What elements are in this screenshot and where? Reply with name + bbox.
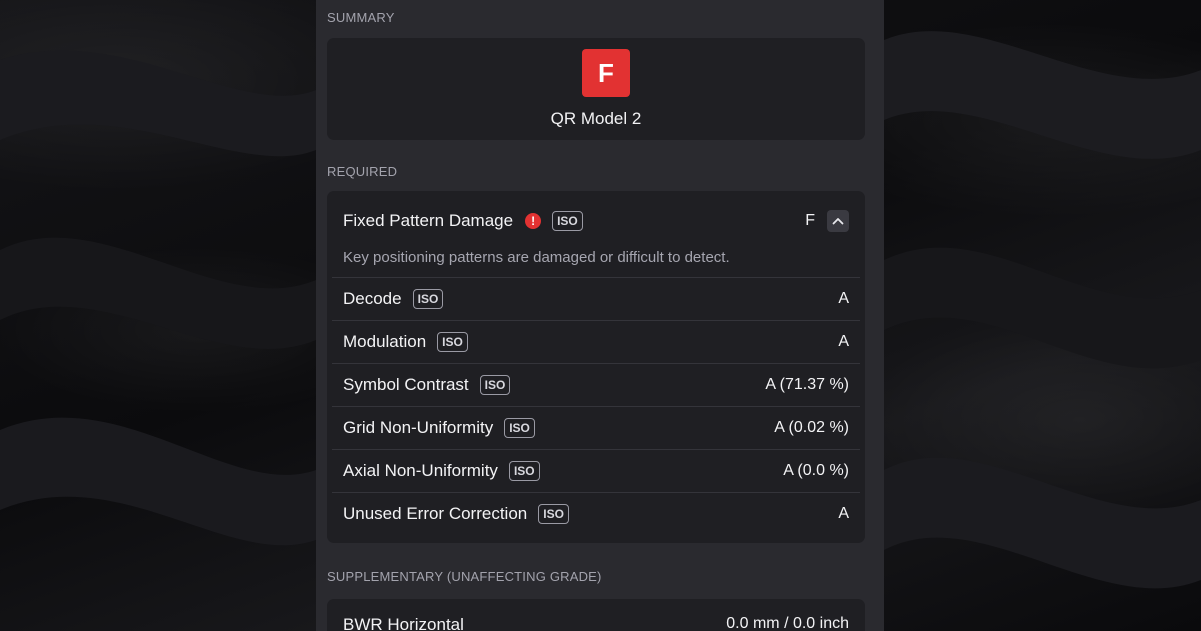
- parameter-name: Decode: [343, 289, 402, 308]
- required-section-label: REQUIRED: [327, 164, 398, 179]
- iso-badge: ISO: [538, 504, 569, 524]
- symbology-name: QR Model 2: [550, 109, 642, 128]
- parameter-name: Modulation: [343, 332, 427, 351]
- verification-panel: SUMMARY F QR Model 2 REQUIRED Fixed Patt…: [316, 0, 884, 631]
- parameter-grade: A: [838, 333, 849, 350]
- parameter-grade: F: [805, 212, 815, 229]
- iso-badge: ISO: [437, 332, 468, 352]
- parameter-grade: A (0.02 %): [774, 419, 849, 436]
- iso-badge: ISO: [412, 289, 444, 309]
- warning-icon: !: [525, 213, 542, 229]
- iso-badge: ISO: [479, 375, 511, 395]
- parameter-row-grid-non-uniformity[interactable]: Grid Non-Uniformity ISO A (0.02 %): [332, 406, 860, 449]
- parameter-name: Fixed Pattern Damage: [343, 211, 514, 230]
- parameter-row-modulation[interactable]: Modulation ISO A: [332, 320, 860, 363]
- parameter-name: Symbol Contrast: [343, 375, 469, 394]
- summary-card: F QR Model 2: [327, 38, 865, 140]
- parameter-grade: A: [838, 290, 849, 307]
- overall-grade-badge: F: [582, 49, 630, 97]
- collapse-button[interactable]: [827, 210, 849, 232]
- parameter-row-unused-error-correction[interactable]: Unused Error Correction ISO A: [332, 492, 860, 535]
- parameter-name: BWR Horizontal: [343, 615, 464, 631]
- parameter-grade: A: [838, 505, 849, 522]
- parameter-row-decode[interactable]: Decode ISO A: [332, 277, 860, 320]
- parameter-grade: A (0.0 %): [783, 462, 849, 479]
- parameter-name: Unused Error Correction: [343, 504, 528, 523]
- iso-badge: ISO: [504, 418, 535, 438]
- required-card: Fixed Pattern Damage ! ISO F Key positio…: [327, 191, 865, 543]
- summary-section-label: SUMMARY: [327, 10, 395, 25]
- parameter-name: Axial Non-Uniformity: [343, 461, 498, 480]
- chevron-up-icon: [832, 218, 844, 225]
- parameter-value: 0.0 mm / 0.0 inch: [726, 615, 849, 631]
- iso-badge: ISO: [552, 211, 583, 231]
- parameter-row-symbol-contrast[interactable]: Symbol Contrast ISO A (71.37 %): [332, 363, 860, 406]
- parameter-description: Key positioning patterns are damaged or …: [343, 249, 730, 266]
- parameter-row-axial-non-uniformity[interactable]: Axial Non-Uniformity ISO A (0.0 %): [332, 449, 860, 492]
- supplementary-section-label: SUPPLEMENTARY (UNAFFECTING GRADE): [327, 569, 602, 584]
- parameter-grade: A (71.37 %): [765, 376, 849, 393]
- iso-badge: ISO: [508, 461, 540, 481]
- supplementary-card: BWR Horizontal 0.0 mm / 0.0 inch: [327, 599, 865, 631]
- parameter-row-bwr-horizontal[interactable]: BWR Horizontal 0.0 mm / 0.0 inch: [343, 615, 849, 631]
- parameter-row-fixed-pattern-damage[interactable]: Fixed Pattern Damage ! ISO F: [332, 201, 860, 241]
- parameter-name: Grid Non-Uniformity: [343, 418, 494, 437]
